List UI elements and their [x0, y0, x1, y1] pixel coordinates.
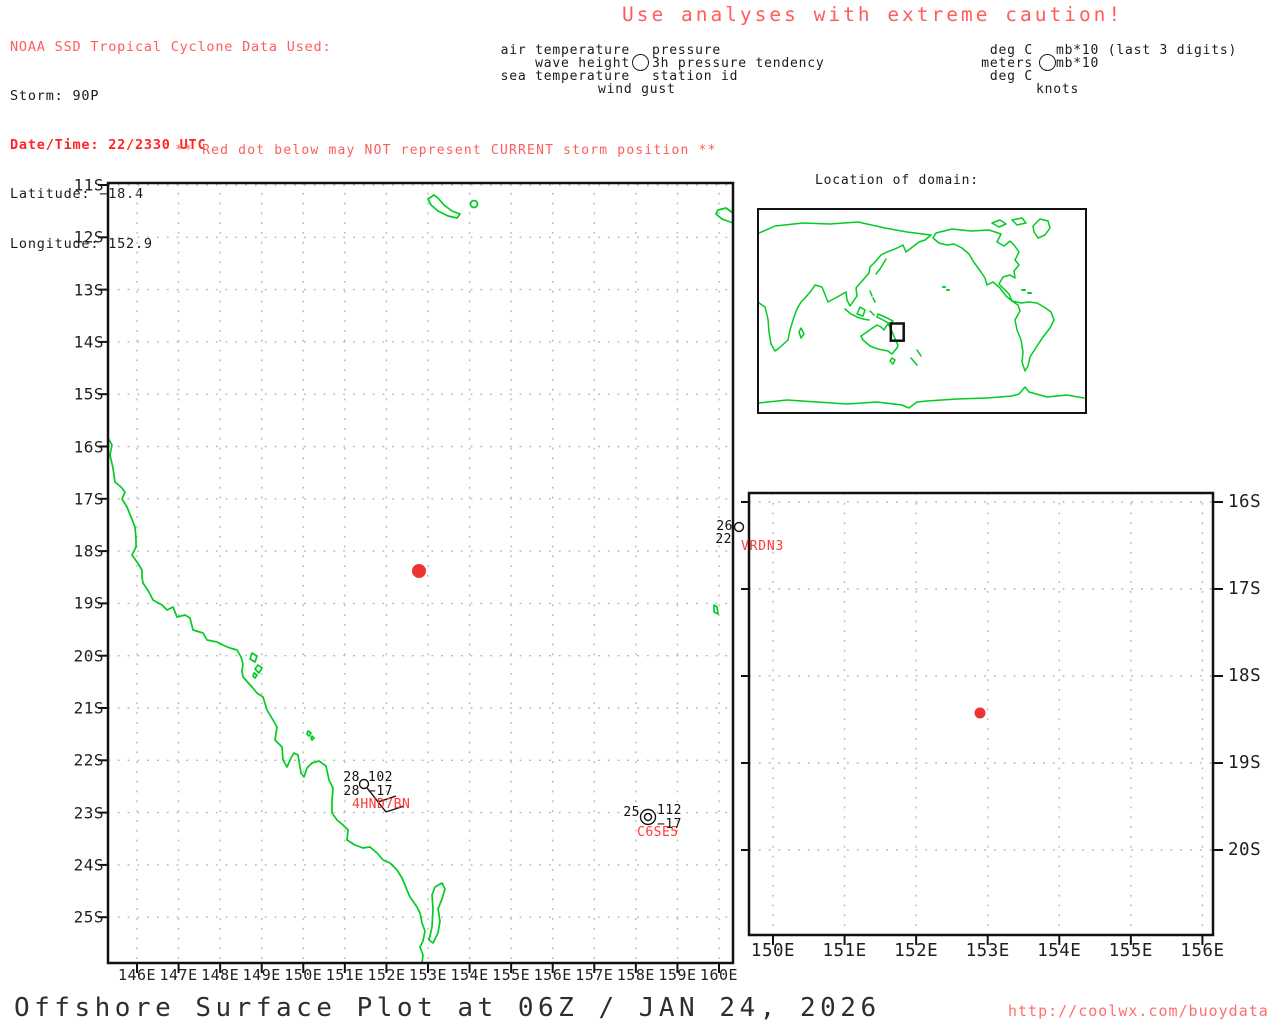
storm-position-warning: ** Red dot below may NOT represent CURRE… [175, 143, 717, 158]
station-pressure: 112 [657, 803, 682, 818]
zoom-lon-label: 150E [750, 941, 796, 961]
station-pressure: 102 [368, 770, 393, 785]
lon-label: 153E [408, 966, 448, 984]
station-circle-icon [632, 54, 649, 71]
legend-wind-gust: wind gust [598, 82, 676, 97]
station-vrdn3: 26 22 [715, 519, 745, 547]
island-east [713, 604, 719, 615]
world-continents [757, 217, 1085, 409]
lat-label: 25S [73, 907, 104, 927]
zoom-lat-label: 18S [1228, 666, 1262, 686]
lon-label: 148E [201, 966, 240, 984]
zoom-lat-label: 16S [1228, 492, 1262, 512]
units-sea-temperature: deg C [989, 69, 1033, 84]
main-map: 28 102 28 −17 4HND7BN 25 112 −17 C6SE5 2… [98, 181, 745, 973]
lat-label: 14S [73, 332, 104, 352]
station-sea-temp: 22 [715, 532, 732, 547]
lat-label: 24S [73, 855, 104, 875]
lon-label: 151E [325, 966, 364, 984]
lat-label: 13S [73, 280, 104, 300]
lon-label: 150E [284, 966, 323, 984]
lon-label: 149E [242, 966, 281, 984]
station-id-label: VRDN3 [741, 539, 785, 554]
lat-label: 17S [73, 489, 104, 509]
lat-label: 21S [73, 698, 104, 718]
station-4hnd7bn: 28 102 28 −17 4HND7BN [343, 770, 410, 813]
units-wind-gust: knots [1036, 82, 1080, 97]
zoom-lon-label: 153E [965, 941, 1010, 961]
station-air-temp: 28 [343, 770, 360, 785]
station-air-temp: 25 [623, 805, 640, 820]
whitsunday-islands [249, 652, 263, 679]
source-url: http://coolwx.com/buoydata [1008, 1002, 1269, 1020]
lat-label: 11S [73, 175, 104, 195]
lon-label: 159E [658, 966, 697, 984]
zoom-map-right-ticks [1213, 501, 1223, 851]
lat-label: 22S [73, 750, 104, 770]
lon-label: 160E [699, 966, 739, 984]
zoom-map [741, 491, 1223, 945]
station-circle-icon [639, 808, 657, 826]
caution-text: Use analyses with extreme caution! [622, 3, 1124, 26]
station-id-label: 4HND7BN [352, 797, 410, 812]
lat-label: 16S [73, 437, 104, 456]
zoom-lat-label: 20S [1228, 840, 1262, 860]
lon-label: 146E [117, 966, 157, 984]
coastline [108, 437, 426, 963]
zoom-lon-label: 152E [894, 941, 939, 961]
zoom-lon-label: 151E [822, 941, 867, 961]
zoom-lon-label: 156E [1180, 941, 1225, 961]
lon-label: 154E [450, 966, 489, 984]
world-map-inset [757, 208, 1087, 414]
zoom-lon-label: 154E [1037, 941, 1082, 961]
lat-label: 23S [73, 803, 104, 823]
zoom-map-gridlines [749, 501, 1213, 851]
station-id-label: C6SE5 [637, 825, 679, 840]
lon-label: 156E [533, 966, 572, 984]
world-map-border [757, 208, 1087, 414]
zoom-lon-label: 155E [1108, 941, 1153, 961]
lon-label: 152E [367, 966, 406, 984]
fraser-island [428, 882, 446, 944]
lat-label: 19S [73, 593, 104, 613]
lat-label: 15S [73, 384, 104, 404]
percy-islands [306, 730, 315, 741]
lat-label: 12S [73, 227, 104, 247]
lat-label: 20S [73, 646, 104, 666]
island-northeast [715, 207, 733, 224]
plot-title: Offshore Surface Plot at 06Z / JAN 24, 2… [14, 993, 881, 1023]
station-c6se5: 25 112 −17 C6SE5 [623, 803, 682, 840]
storm-dot [974, 707, 986, 719]
storm-dot [412, 564, 426, 578]
units-pressure-tendency: mb*10 [1056, 56, 1100, 71]
lon-label: 147E [159, 966, 198, 984]
lat-label: 18S [73, 541, 104, 561]
station-circle-icon [1039, 54, 1056, 71]
inset-title: Location of domain: [815, 173, 979, 188]
zoom-lat-label: 19S [1228, 753, 1262, 773]
station-circle-icon [733, 521, 745, 533]
lon-label: 158E [616, 966, 655, 984]
ring-island [469, 199, 479, 209]
lon-label: 155E [492, 966, 531, 984]
lon-label: 157E [575, 966, 614, 984]
louisiade-island [427, 194, 461, 219]
storm-info-header: NOAA SSD Tropical Cyclone Data Used: [10, 38, 332, 55]
zoom-lat-label: 17S [1228, 579, 1262, 599]
buoy-plot-page: NOAA SSD Tropical Cyclone Data Used: Sto… [0, 0, 1280, 1024]
storm-name: Storm: 90P [10, 88, 100, 105]
